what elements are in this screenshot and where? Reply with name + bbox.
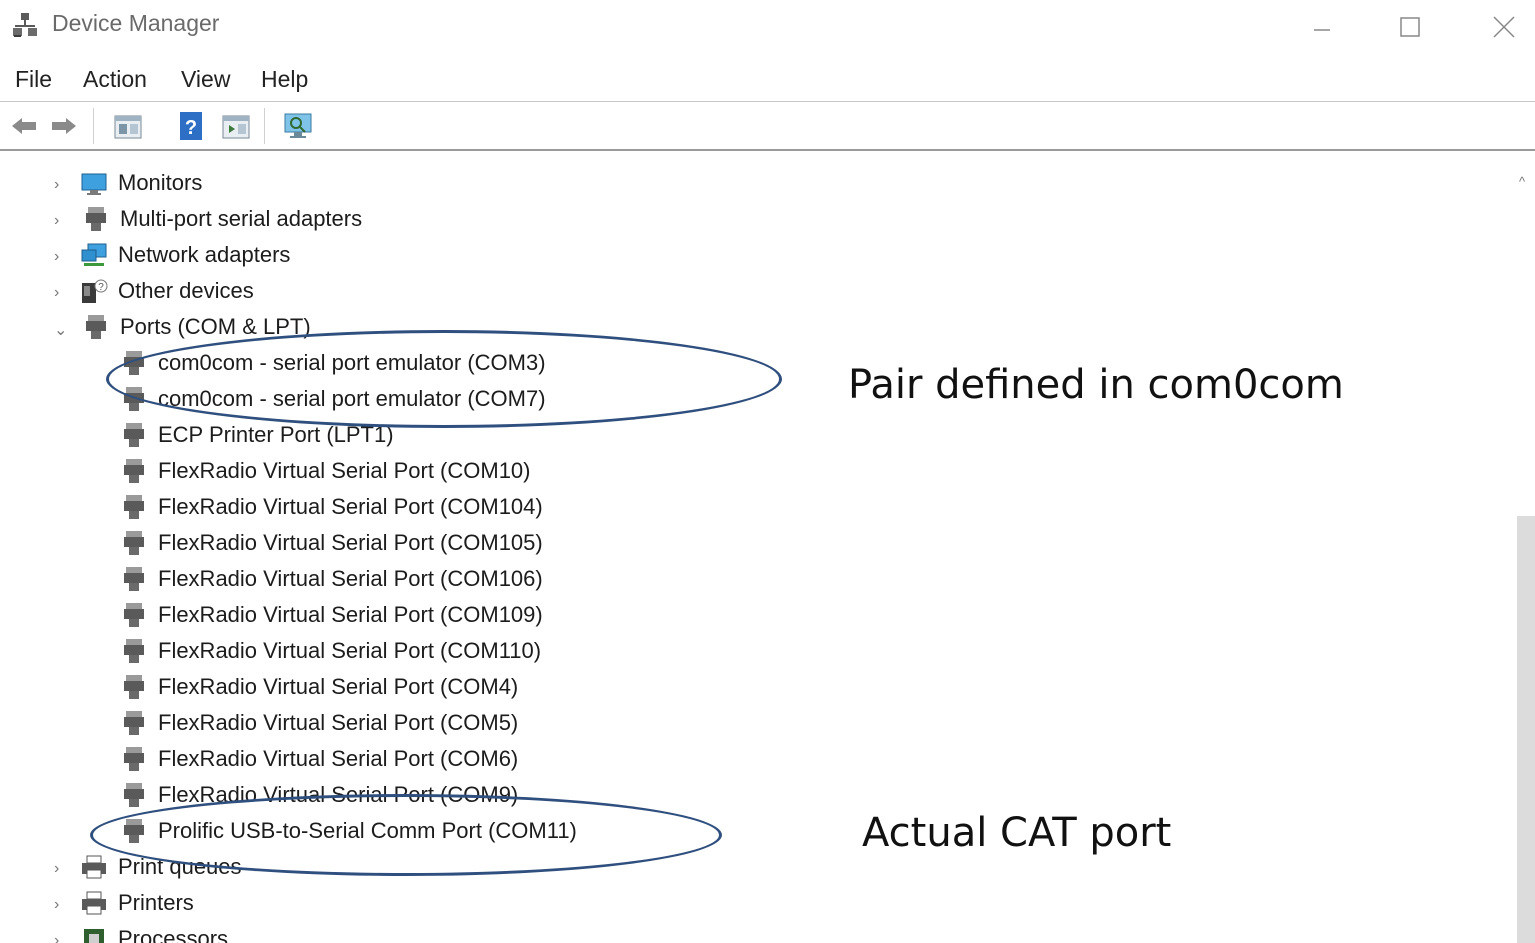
tree-item-port[interactable]: FlexRadio Virtual Serial Port (COM106) — [120, 561, 543, 597]
tree-item-printers[interactable]: › Printers — [54, 885, 194, 921]
tree-item-port[interactable]: FlexRadio Virtual Serial Port (COM109) — [120, 597, 543, 633]
tree-item-label: FlexRadio Virtual Serial Port (COM4) — [158, 674, 519, 699]
menu-action[interactable]: Action — [83, 66, 147, 93]
tree-item-label: Multi-port serial adapters — [120, 206, 363, 231]
tree-item-port[interactable]: FlexRadio Virtual Serial Port (COM5) — [120, 705, 518, 741]
menu-view[interactable]: View — [181, 66, 230, 93]
title-bar: Device Manager — [0, 0, 1535, 52]
tree-item-label: FlexRadio Virtual Serial Port (COM109) — [158, 602, 543, 627]
scroll-up-arrow-icon[interactable]: ^ — [1519, 174, 1533, 189]
annotation-pair-label: Pair defined in com0com — [848, 362, 1344, 408]
forward-icon — [52, 118, 76, 134]
port-connector-icon — [124, 747, 144, 771]
tree-item-label: FlexRadio Virtual Serial Port (COM6) — [158, 746, 519, 771]
back-icon — [12, 118, 36, 134]
tree-item-other-devices[interactable]: › ? Other devices — [54, 273, 254, 309]
device-manager-icon — [13, 13, 37, 37]
tree-item-processors[interactable]: › Processors — [54, 921, 229, 943]
forward-button[interactable] — [48, 110, 80, 142]
close-icon — [1493, 16, 1515, 38]
back-button[interactable] — [8, 110, 40, 142]
port-connector-icon — [124, 531, 144, 555]
unknown-device-icon: ? — [82, 279, 108, 303]
annotation-ellipse-com0com-pair — [106, 330, 782, 428]
expand-arrow-icon[interactable]: › — [54, 932, 68, 943]
scan-hardware-icon — [284, 113, 312, 138]
scrollbar-thumb[interactable] — [1517, 516, 1535, 943]
menu-help[interactable]: Help — [261, 66, 308, 93]
menu-file[interactable]: File — [15, 66, 52, 93]
tree-item-port[interactable]: FlexRadio Virtual Serial Port (COM6) — [120, 741, 518, 777]
tree-item-label: FlexRadio Virtual Serial Port (COM105) — [158, 530, 543, 555]
collapse-arrow-icon[interactable]: ⌄ — [54, 320, 68, 339]
tree-item-multiport-serial[interactable]: › Multi-port serial adapters — [54, 201, 363, 237]
properties-button[interactable] — [112, 110, 144, 142]
annotation-ellipse-cat-port — [90, 794, 722, 876]
annotation-cat-label: Actual CAT port — [862, 810, 1172, 856]
processor-icon — [84, 929, 104, 943]
menu-bar: File Action View Help — [0, 60, 1535, 100]
toolbar: ? — [0, 101, 1535, 151]
port-connector-icon — [124, 459, 144, 483]
minimize-icon — [1314, 29, 1330, 31]
tree-item-port[interactable]: FlexRadio Virtual Serial Port (COM4) — [120, 669, 518, 705]
port-connector-icon — [124, 423, 144, 447]
tree-item-label: Printers — [118, 890, 194, 915]
port-connector-icon — [124, 567, 144, 591]
port-connector-icon — [124, 495, 144, 519]
window-title: Device Manager — [52, 10, 220, 36]
svg-text:?: ? — [98, 282, 104, 293]
tree-item-label: Other devices — [118, 278, 254, 303]
tree-item-label: Network adapters — [118, 242, 291, 267]
help-icon: ? — [180, 112, 202, 140]
update-driver-icon — [222, 115, 250, 139]
svg-text:?: ? — [185, 117, 197, 139]
tree-item-network-adapters[interactable]: › Network adapters — [54, 237, 291, 273]
port-connector-icon — [124, 675, 144, 699]
tree-item-label: Monitors — [118, 170, 203, 195]
maximize-icon — [1400, 17, 1420, 37]
network-adapter-icon — [81, 243, 107, 266]
tree-item-monitors[interactable]: › Monitors — [54, 165, 203, 201]
expand-arrow-icon[interactable]: › — [54, 896, 68, 913]
port-connector-icon — [86, 315, 106, 339]
update-driver-button[interactable] — [220, 110, 252, 142]
help-button[interactable]: ? — [176, 110, 208, 142]
maximize-button[interactable] — [1390, 6, 1430, 46]
tree-item-label: FlexRadio Virtual Serial Port (COM106) — [158, 566, 543, 591]
tree-item-port[interactable]: FlexRadio Virtual Serial Port (COM104) — [120, 489, 543, 525]
port-connector-icon — [124, 603, 144, 627]
port-connector-icon — [86, 207, 106, 231]
scan-hardware-button[interactable] — [282, 110, 314, 142]
toolbar-separator — [264, 108, 265, 144]
tree-item-port[interactable]: FlexRadio Virtual Serial Port (COM10) — [120, 453, 531, 489]
port-connector-icon — [124, 711, 144, 735]
tree-item-label: FlexRadio Virtual Serial Port (COM110) — [158, 638, 542, 663]
vertical-scrollbar[interactable]: ^ — [1517, 160, 1535, 943]
printer-icon — [82, 855, 106, 879]
tree-item-port[interactable]: FlexRadio Virtual Serial Port (COM105) — [120, 525, 543, 561]
monitor-icon — [81, 173, 107, 195]
tree-item-label: FlexRadio Virtual Serial Port (COM10) — [158, 458, 531, 483]
tree-item-label: FlexRadio Virtual Serial Port (COM104) — [158, 494, 543, 519]
port-connector-icon — [124, 783, 144, 807]
expand-arrow-icon[interactable]: › — [54, 284, 68, 301]
printer-icon — [82, 891, 106, 915]
properties-icon — [114, 115, 142, 139]
tree-item-label: FlexRadio Virtual Serial Port (COM5) — [158, 710, 519, 735]
tree-item-label: Processors — [118, 926, 229, 943]
expand-arrow-icon[interactable]: › — [54, 860, 68, 877]
tree-item-port[interactable]: FlexRadio Virtual Serial Port (COM110) — [120, 633, 541, 669]
minimize-button[interactable] — [1302, 6, 1342, 46]
toolbar-separator — [93, 108, 94, 144]
expand-arrow-icon[interactable]: › — [54, 248, 68, 265]
port-connector-icon — [124, 639, 144, 663]
close-button[interactable] — [1484, 6, 1524, 46]
expand-arrow-icon[interactable]: › — [54, 176, 68, 193]
expand-arrow-icon[interactable]: › — [54, 212, 68, 229]
